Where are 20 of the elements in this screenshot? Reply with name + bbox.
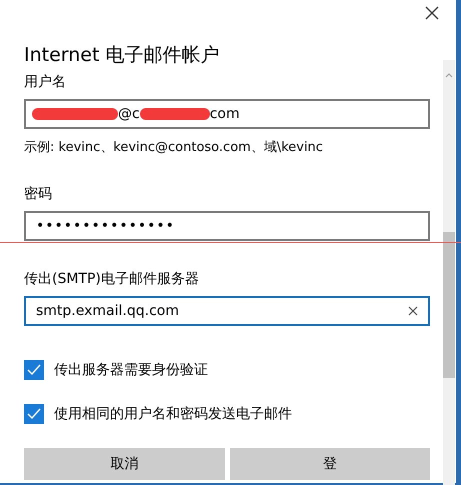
hint-text: 示例: kevinc、kevinc@contoso.com、域\kevinc xyxy=(24,139,324,156)
scrollbar[interactable] xyxy=(443,60,455,485)
checkbox[interactable] xyxy=(24,404,44,424)
checkbox[interactable] xyxy=(24,360,44,380)
close-icon[interactable] xyxy=(423,4,441,22)
field-label: 用户名 xyxy=(24,73,67,92)
scrollbar-thumb[interactable] xyxy=(443,232,455,378)
field-label: 传出(SMTP)电子邮件服务器 xyxy=(24,270,200,289)
password-field[interactable]: ••••••••••••••• xyxy=(24,211,430,241)
field-label: 密码 xyxy=(24,185,53,204)
sign-in-button[interactable]: 登 xyxy=(230,448,430,480)
redaction-mark xyxy=(140,108,210,120)
dialog-title: Internet 电子邮件帐户 xyxy=(24,43,220,68)
username-field[interactable]: @c com xyxy=(24,99,430,129)
checkbox-label: 使用相同的用户名和密码发送电子邮件 xyxy=(54,405,292,423)
checkbox-label: 传出服务器需要身份验证 xyxy=(54,361,208,379)
cancel-button[interactable]: 取消 xyxy=(24,448,224,480)
clear-icon[interactable] xyxy=(408,306,418,316)
scroll-up-icon[interactable] xyxy=(445,72,453,78)
smtp-server-field[interactable]: smtp.exmail.qq.com xyxy=(24,296,430,326)
